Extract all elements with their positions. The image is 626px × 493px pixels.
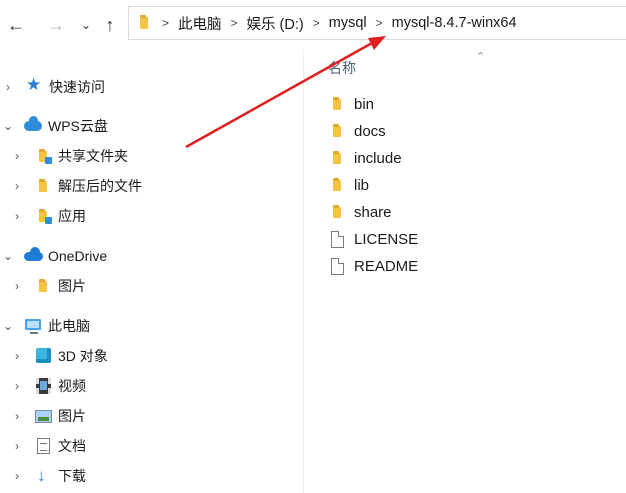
file-name: include (354, 150, 402, 167)
file-name: docs (354, 123, 386, 140)
chevron-right-icon[interactable]: › (10, 349, 24, 363)
onedrive-icon (24, 247, 43, 265)
breadcrumb-mysql[interactable]: mysql (329, 15, 367, 31)
list-item[interactable]: share (328, 199, 392, 226)
list-item[interactable]: README (328, 253, 418, 280)
nav-item-label: 下载 (58, 468, 86, 484)
app-folder-icon (34, 207, 52, 225)
file-name: lib (354, 177, 370, 194)
chevron-right-icon[interactable]: › (10, 279, 24, 293)
nav-item-label: 共享文件夹 (58, 148, 128, 164)
chevron-down-icon[interactable]: ⌄ (1, 249, 15, 263)
chevron-right-icon: > (162, 16, 170, 30)
address-bar[interactable]: > 此电脑 > 娱乐 (D:) > mysql > mysql-8.4.7-wi… (128, 6, 626, 40)
nav-item-extracted-files[interactable]: › 解压后的文件 (10, 171, 142, 201)
chevron-down-icon[interactable]: ⌄ (1, 319, 15, 333)
chevron-right-icon[interactable]: › (10, 209, 24, 223)
list-item[interactable]: bin (328, 91, 374, 118)
picture-icon (34, 407, 52, 425)
breadcrumb-current-folder[interactable]: mysql-8.4.7-winx64 (392, 15, 517, 31)
nav-item-label: 快速访问 (49, 79, 105, 95)
sort-ascending-icon: ⌃ (476, 51, 486, 63)
file-list: ⌃ 名称 bin docs include lib share LICENSE … (304, 50, 626, 493)
arrow-left-icon: ← (7, 14, 25, 35)
nav-item-shared-folder[interactable]: › 共享文件夹 (10, 141, 128, 171)
file-name: README (354, 258, 419, 275)
back-button[interactable]: ← (6, 14, 26, 36)
cube-icon (34, 347, 52, 365)
file-name: LICENSE (354, 231, 419, 248)
nav-item-videos[interactable]: › 视频 (10, 371, 86, 401)
chevron-right-icon[interactable]: › (10, 409, 24, 423)
column-header-name[interactable]: 名称 (328, 58, 356, 78)
folder-icon (328, 149, 348, 169)
up-button[interactable]: ↑ (100, 14, 120, 36)
chevron-right-icon[interactable]: › (10, 179, 24, 193)
nav-item-onedrive-pictures[interactable]: › 图片 (10, 271, 86, 301)
list-item[interactable]: LICENSE (328, 226, 418, 253)
nav-item-downloads[interactable]: › ↓ 下载 (10, 461, 86, 491)
toolbar: ← → ⌄ ↑ > 此电脑 > 娱乐 (D:) > mysql > mysql-… (0, 0, 626, 50)
nav-item-label: 文档 (58, 438, 86, 454)
nav-item-apps[interactable]: › 应用 (10, 201, 86, 231)
nav-item-label: WPS云盘 (48, 118, 108, 134)
breadcrumb-drive-d[interactable]: 娱乐 (D:) (247, 13, 304, 34)
nav-item-label: 此电脑 (48, 318, 90, 334)
chevron-right-icon: > (230, 16, 238, 30)
nav-item-onedrive[interactable]: ⌄ OneDrive (0, 241, 107, 271)
list-item[interactable]: docs (328, 118, 386, 145)
forward-button[interactable]: → (46, 14, 66, 36)
chevron-right-icon[interactable]: › (10, 439, 24, 453)
cloud-icon (24, 116, 42, 135)
folder-icon (328, 95, 348, 115)
folder-icon (34, 277, 52, 295)
nav-item-documents[interactable]: › 文档 (10, 431, 86, 461)
chevron-down-icon[interactable]: ⌄ (1, 119, 15, 133)
chevron-right-icon[interactable]: › (1, 80, 15, 94)
folder-icon (135, 14, 153, 32)
file-name: share (354, 204, 392, 221)
nav-item-label: 应用 (58, 208, 86, 224)
nav-item-pictures[interactable]: › 图片 (10, 401, 86, 431)
nav-item-label: 图片 (58, 408, 86, 424)
video-icon (34, 377, 52, 395)
folder-icon (328, 203, 348, 223)
document-icon (34, 437, 52, 455)
nav-item-3d-objects[interactable]: › 3D 对象 (10, 341, 108, 371)
folder-icon (328, 176, 348, 196)
chevron-right-icon[interactable]: › (10, 149, 24, 163)
nav-item-label: 3D 对象 (58, 348, 108, 364)
chevron-right-icon[interactable]: › (10, 469, 24, 483)
nav-item-label: OneDrive (48, 248, 108, 264)
nav-item-label: 解压后的文件 (58, 178, 142, 194)
file-name: bin (354, 96, 375, 113)
star-icon: ★ (26, 75, 42, 94)
shared-folder-icon (34, 147, 52, 165)
chevron-right-icon: > (375, 16, 383, 30)
chevron-down-icon: ⌄ (80, 18, 92, 32)
file-icon (328, 230, 348, 250)
chevron-right-icon: > (312, 16, 320, 30)
breadcrumb-this-pc[interactable]: 此电脑 (178, 13, 222, 34)
nav-item-label: 图片 (58, 278, 86, 294)
file-icon (328, 257, 348, 277)
list-item[interactable]: include (328, 145, 402, 172)
folder-icon (34, 177, 52, 195)
folder-icon (328, 122, 348, 142)
nav-item-label: 视频 (58, 378, 86, 394)
chevron-right-icon[interactable]: › (10, 379, 24, 393)
download-icon: ↓ (37, 466, 46, 485)
nav-item-this-pc[interactable]: ⌄ 此电脑 (0, 311, 90, 341)
navigation-pane: › ★ 快速访问 ⌄ WPS云盘 › 共享文件夹 › 解压后的文件 › 应用 ⌄… (0, 50, 303, 493)
arrow-right-icon: → (47, 14, 65, 35)
nav-item-wps-cloud[interactable]: ⌄ WPS云盘 (0, 111, 108, 141)
arrow-up-icon: ↑ (105, 14, 115, 35)
list-item[interactable]: lib (328, 172, 369, 199)
nav-item-quick-access[interactable]: › ★ 快速访问 (0, 72, 105, 102)
computer-icon (24, 317, 42, 335)
recent-locations-button[interactable]: ⌄ (76, 14, 96, 36)
